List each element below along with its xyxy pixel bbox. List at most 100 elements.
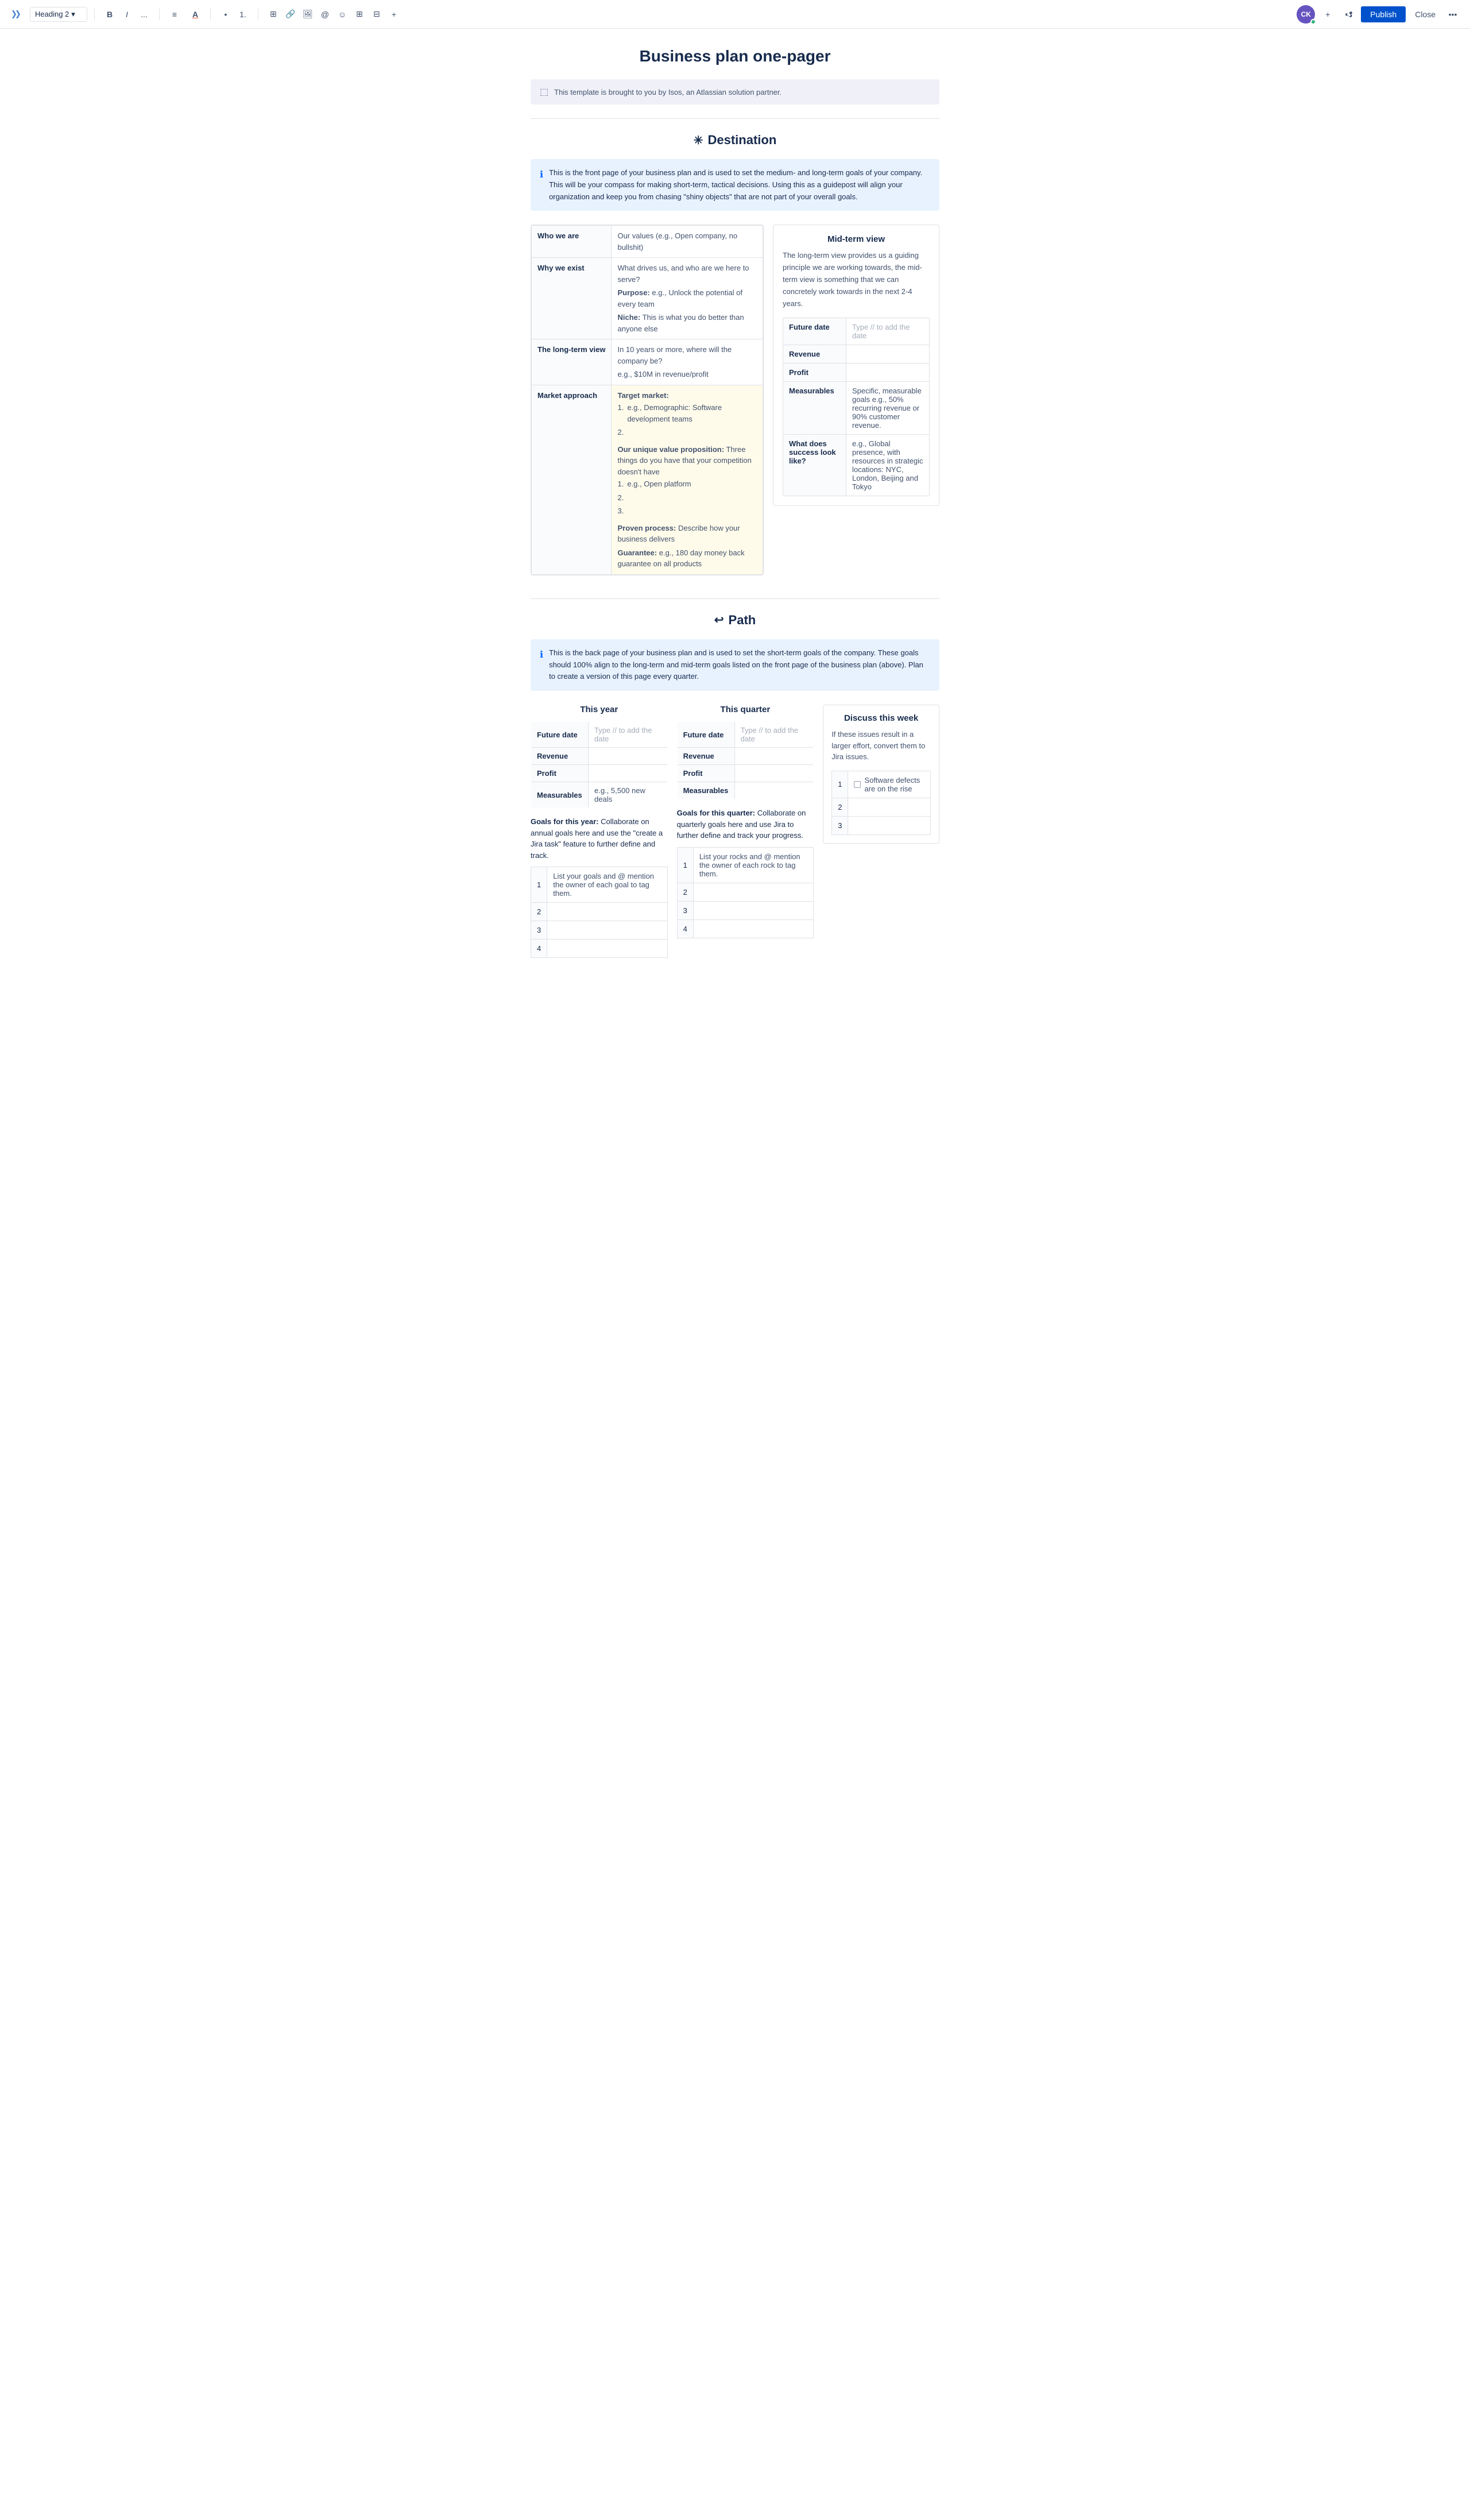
table-row: Revenue <box>783 345 930 364</box>
quarter-label-revenue[interactable]: Revenue <box>677 748 734 765</box>
proposition-text: Our unique value proposition: Three thin… <box>617 444 757 478</box>
mid-term-label-revenue[interactable]: Revenue <box>783 345 846 364</box>
issue-num-2: 2 <box>832 798 848 816</box>
mid-term-value-revenue[interactable] <box>846 345 930 364</box>
quarter-label-profit[interactable]: Profit <box>677 765 734 782</box>
mid-term-value-profit[interactable] <box>846 364 930 382</box>
table-row: Future date Type // to add the date <box>531 722 668 748</box>
year-goal-val-3[interactable] <box>547 921 667 940</box>
mid-term-label-measurables[interactable]: Measurables <box>783 382 846 435</box>
table-row: Future date Type // to add the date <box>677 722 814 748</box>
table-button[interactable]: ⊞ <box>351 6 368 22</box>
this-quarter-title: This quarter <box>677 705 814 714</box>
numbered-list-button[interactable]: 1. <box>235 6 251 22</box>
issue-val-1[interactable]: Software defects are on the rise <box>848 771 931 798</box>
quarter-label-measurables[interactable]: Measurables <box>677 782 734 799</box>
chevron-down-icon: ▾ <box>71 10 75 19</box>
issue-row: 2 <box>832 798 931 816</box>
year-goal-num-1: 1 <box>531 867 547 903</box>
quarter-goals-text: Goals for this quarter: Collaborate on q… <box>677 807 814 841</box>
year-label-date[interactable]: Future date <box>531 722 589 748</box>
table-label-who[interactable]: Who we are <box>532 226 612 258</box>
mid-term-label-profit[interactable]: Profit <box>783 364 846 382</box>
share-button[interactable] <box>1340 6 1356 22</box>
quarter-goal-val-3[interactable] <box>693 901 813 919</box>
quarter-goals-table: 1 List your rocks and @ mention the owne… <box>677 847 814 938</box>
bullet-list-button[interactable]: • <box>218 6 234 22</box>
user-avatar-button[interactable]: CK <box>1297 5 1315 24</box>
issue-val-2[interactable] <box>848 798 931 816</box>
why-line3: Niche: This is what you do better than a… <box>617 312 757 334</box>
logo-icon[interactable] <box>9 6 25 22</box>
this-quarter-column: This quarter Future date Type // to add … <box>677 705 814 958</box>
mid-term-label-date[interactable]: Future date <box>783 318 846 345</box>
year-value-profit[interactable] <box>589 765 668 782</box>
year-label-measurables[interactable]: Measurables <box>531 782 589 808</box>
issue-val-3[interactable] <box>848 816 931 834</box>
template-notice-text: This template is brought to you by Isos,… <box>554 88 782 96</box>
year-value-date[interactable]: Type // to add the date <box>589 722 668 748</box>
quarter-goal-val-2[interactable] <box>693 883 813 901</box>
path-columns: This year Future date Type // to add the… <box>531 705 939 958</box>
emoji-button[interactable]: ☺ <box>334 6 350 22</box>
table-label-longterm[interactable]: The long-term view <box>532 339 612 385</box>
table-value-longterm[interactable]: In 10 years or more, where will the comp… <box>612 339 763 385</box>
bold-button[interactable]: B <box>102 6 118 22</box>
year-label-revenue[interactable]: Revenue <box>531 748 589 765</box>
table-row: 3 <box>677 901 814 919</box>
close-button[interactable]: Close <box>1410 7 1440 21</box>
more-format-button[interactable]: ... <box>136 6 152 22</box>
template-icon: ⬚ <box>540 86 548 98</box>
page-title[interactable]: Business plan one-pager <box>531 47 939 65</box>
heading-select[interactable]: Heading 2 ▾ <box>30 7 87 22</box>
market-item-1: 1.e.g., Demographic: Software developmen… <box>617 401 757 426</box>
table-row: Measurables e.g., 5,500 new deals <box>531 782 668 808</box>
proposition-item-2: 2. <box>617 491 757 505</box>
text-color-button[interactable]: A <box>187 6 203 22</box>
link-button[interactable]: 🔗 <box>283 6 299 22</box>
table-label-market[interactable]: Market approach <box>532 385 612 574</box>
issue-row: 1 Software defects are on the rise <box>832 771 931 798</box>
more-options-button[interactable]: ••• <box>1445 6 1461 22</box>
table-row: Future date Type // to add the date <box>783 318 930 345</box>
table-value-why[interactable]: What drives us, and who are we here to s… <box>612 258 763 339</box>
add-collaborator-button[interactable]: + <box>1320 6 1336 22</box>
path-callout: ℹ This is the back page of your business… <box>531 639 939 691</box>
quarter-goal-val-1[interactable]: List your rocks and @ mention the owner … <box>693 847 813 883</box>
table-row: What does success look like? e.g., Globa… <box>783 435 930 496</box>
year-goal-num-4: 4 <box>531 940 547 958</box>
mid-term-value-date[interactable]: Type // to add the date <box>846 318 930 345</box>
quarter-goal-val-4[interactable] <box>693 919 813 938</box>
list-group: • 1. <box>218 6 251 22</box>
year-goal-val-1[interactable]: List your goals and @ mention the owner … <box>547 867 667 903</box>
quarter-value-revenue[interactable] <box>734 748 814 765</box>
mention-button[interactable]: @ <box>317 6 333 22</box>
year-value-measurables[interactable]: e.g., 5,500 new deals <box>589 782 668 808</box>
mid-term-label-success[interactable]: What does success look like? <box>783 435 846 496</box>
year-goal-val-2[interactable] <box>547 903 667 921</box>
discuss-description: If these issues result in a larger effor… <box>831 729 931 763</box>
italic-button[interactable]: I <box>119 6 135 22</box>
year-label-profit[interactable]: Profit <box>531 765 589 782</box>
image-button[interactable]: 🖼 <box>300 6 316 22</box>
issue-table: 1 Software defects are on the rise 2 <box>831 771 931 835</box>
discuss-title: Discuss this week <box>831 713 931 723</box>
mid-term-value-success[interactable]: e.g., Global presence, with resources in… <box>846 435 930 496</box>
table-label-why[interactable]: Why we exist <box>532 258 612 339</box>
issue-checkbox-1[interactable] <box>854 781 861 788</box>
year-goal-val-4[interactable] <box>547 940 667 958</box>
year-value-revenue[interactable] <box>589 748 668 765</box>
quarter-value-date[interactable]: Type // to add the date <box>734 722 814 748</box>
quarter-label-date[interactable]: Future date <box>677 722 734 748</box>
quarter-value-measurables[interactable] <box>734 782 814 799</box>
table-value-who[interactable]: Our values (e.g., Open company, no bulls… <box>612 226 763 258</box>
table-value-market[interactable]: Target market: 1.e.g., Demographic: Soft… <box>612 385 763 574</box>
table-row: Measurables <box>677 782 814 799</box>
mid-term-value-measurables[interactable]: Specific, measurable goals e.g., 50% rec… <box>846 382 930 435</box>
media-button[interactable]: ⊞ <box>265 6 281 22</box>
columns-button[interactable]: ⊟ <box>369 6 385 22</box>
align-button[interactable]: ≡ <box>167 6 183 22</box>
more-insert-button[interactable]: + <box>386 6 402 22</box>
publish-button[interactable]: Publish <box>1361 6 1406 22</box>
quarter-value-profit[interactable] <box>734 765 814 782</box>
